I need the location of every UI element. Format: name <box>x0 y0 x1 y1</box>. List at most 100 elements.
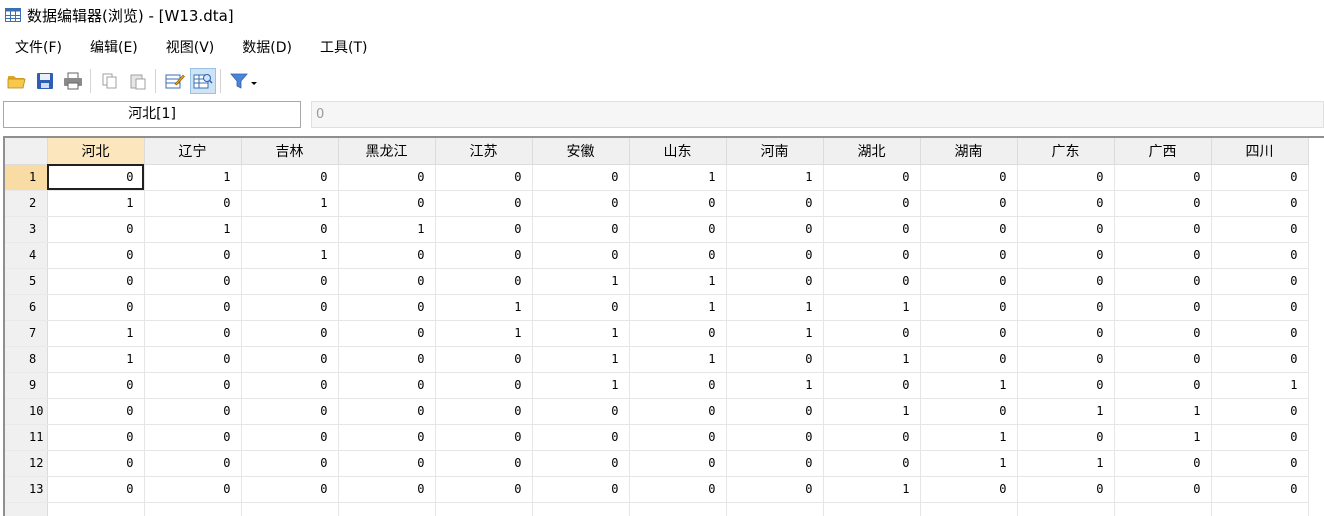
data-cell[interactable]: 0 <box>1114 242 1212 269</box>
data-cell[interactable]: 0 <box>144 450 242 477</box>
data-cell[interactable]: 0 <box>920 190 1018 217</box>
data-cell[interactable]: 0 <box>532 424 630 451</box>
data-cell[interactable]: 1 <box>1114 398 1212 425</box>
data-cell[interactable] <box>47 502 145 516</box>
data-cell[interactable]: 1 <box>435 294 533 321</box>
row-number[interactable]: 13 <box>5 476 48 503</box>
data-cell[interactable]: 0 <box>726 242 824 269</box>
data-cell[interactable]: 0 <box>241 164 339 191</box>
row-number[interactable]: 4 <box>5 242 48 269</box>
data-cell[interactable]: 0 <box>1114 320 1212 347</box>
data-cell[interactable]: 1 <box>920 372 1018 399</box>
data-cell[interactable]: 0 <box>47 294 145 321</box>
column-header[interactable]: 广东 <box>1017 138 1115 165</box>
filter-button[interactable] <box>227 68 263 94</box>
data-cell[interactable]: 0 <box>823 164 921 191</box>
row-number[interactable]: 9 <box>5 372 48 399</box>
data-cell[interactable]: 0 <box>47 242 145 269</box>
menu-tools[interactable]: 工具(T) <box>304 37 379 57</box>
menu-file[interactable]: 文件(F) <box>0 37 74 57</box>
data-cell[interactable]: 0 <box>920 294 1018 321</box>
data-cell[interactable]: 0 <box>823 268 921 295</box>
data-cell[interactable]: 0 <box>144 424 242 451</box>
data-cell[interactable]: 0 <box>726 398 824 425</box>
data-cell[interactable]: 0 <box>726 450 824 477</box>
data-cell[interactable]: 0 <box>47 424 145 451</box>
data-cell[interactable]: 0 <box>47 398 145 425</box>
data-cell[interactable]: 1 <box>726 320 824 347</box>
data-cell[interactable]: 0 <box>629 476 727 503</box>
data-cell[interactable]: 0 <box>435 424 533 451</box>
data-cell[interactable]: 0 <box>435 398 533 425</box>
data-cell[interactable]: 0 <box>1211 268 1309 295</box>
data-cell[interactable]: 0 <box>435 268 533 295</box>
data-cell[interactable]: 0 <box>47 216 145 243</box>
data-cell[interactable] <box>1114 502 1212 516</box>
data-cell[interactable]: 0 <box>532 190 630 217</box>
data-cell[interactable]: 0 <box>338 242 436 269</box>
data-cell[interactable]: 0 <box>144 476 242 503</box>
data-cell[interactable]: 0 <box>1017 320 1115 347</box>
column-header[interactable]: 湖南 <box>920 138 1018 165</box>
data-cell[interactable] <box>1017 502 1115 516</box>
data-cell[interactable]: 0 <box>241 268 339 295</box>
data-cell[interactable]: 0 <box>823 450 921 477</box>
data-cell[interactable] <box>241 502 339 516</box>
data-cell[interactable] <box>338 502 436 516</box>
data-cell[interactable]: 0 <box>1017 346 1115 373</box>
data-cell[interactable]: 0 <box>144 398 242 425</box>
data-cell[interactable]: 0 <box>920 476 1018 503</box>
data-cell[interactable]: 0 <box>532 398 630 425</box>
data-cell[interactable]: 0 <box>1211 294 1309 321</box>
data-cell[interactable]: 0 <box>1114 346 1212 373</box>
data-cell[interactable]: 0 <box>338 164 436 191</box>
data-cell[interactable]: 0 <box>1211 346 1309 373</box>
menu-edit[interactable]: 编辑(E) <box>74 37 150 57</box>
data-cell[interactable]: 1 <box>629 268 727 295</box>
menu-view[interactable]: 视图(V) <box>150 37 227 57</box>
data-cell[interactable]: 1 <box>629 294 727 321</box>
row-number[interactable]: 2 <box>5 190 48 217</box>
print-button[interactable] <box>60 68 86 94</box>
data-cell[interactable]: 0 <box>823 242 921 269</box>
data-cell[interactable] <box>726 502 824 516</box>
data-cell[interactable]: 1 <box>338 216 436 243</box>
data-cell[interactable]: 0 <box>823 216 921 243</box>
edit-mode-button[interactable] <box>162 68 188 94</box>
data-cell[interactable]: 0 <box>338 450 436 477</box>
data-cell[interactable]: 0 <box>435 450 533 477</box>
row-number[interactable]: 7 <box>5 320 48 347</box>
data-cell[interactable] <box>823 502 921 516</box>
data-cell[interactable]: 0 <box>1211 450 1309 477</box>
data-cell[interactable]: 0 <box>920 242 1018 269</box>
data-cell[interactable]: 0 <box>435 242 533 269</box>
data-cell[interactable]: 1 <box>823 294 921 321</box>
data-cell[interactable]: 0 <box>435 216 533 243</box>
data-cell[interactable]: 0 <box>338 294 436 321</box>
data-cell[interactable]: 0 <box>823 424 921 451</box>
data-cell[interactable]: 0 <box>532 294 630 321</box>
data-cell[interactable]: 0 <box>629 242 727 269</box>
data-cell[interactable]: 0 <box>241 398 339 425</box>
data-cell[interactable]: 0 <box>1017 372 1115 399</box>
data-cell[interactable]: 1 <box>144 216 242 243</box>
cell-value-field[interactable]: 0 <box>311 101 1324 128</box>
data-cell[interactable]: 0 <box>1017 190 1115 217</box>
data-cell[interactable]: 0 <box>1017 424 1115 451</box>
data-grid[interactable]: 河北 辽宁 吉林 黑龙江 江苏 安徽 山东 河南 湖北 湖南 广东 广西 四川 101000011000… <box>3 136 1324 516</box>
data-cell[interactable]: 1 <box>1017 398 1115 425</box>
data-cell[interactable]: 0 <box>726 424 824 451</box>
data-cell[interactable]: 0 <box>823 190 921 217</box>
data-cell[interactable]: 0 <box>532 216 630 243</box>
data-cell[interactable]: 0 <box>532 476 630 503</box>
data-cell[interactable]: 0 <box>1017 242 1115 269</box>
data-cell[interactable]: 0 <box>1211 216 1309 243</box>
data-cell[interactable]: 0 <box>726 476 824 503</box>
data-cell[interactable]: 0 <box>629 190 727 217</box>
data-cell[interactable]: 1 <box>532 346 630 373</box>
row-number[interactable] <box>5 502 48 516</box>
row-number[interactable]: 6 <box>5 294 48 321</box>
data-cell[interactable]: 0 <box>726 216 824 243</box>
data-cell[interactable]: 0 <box>920 346 1018 373</box>
data-cell[interactable]: 0 <box>920 164 1018 191</box>
